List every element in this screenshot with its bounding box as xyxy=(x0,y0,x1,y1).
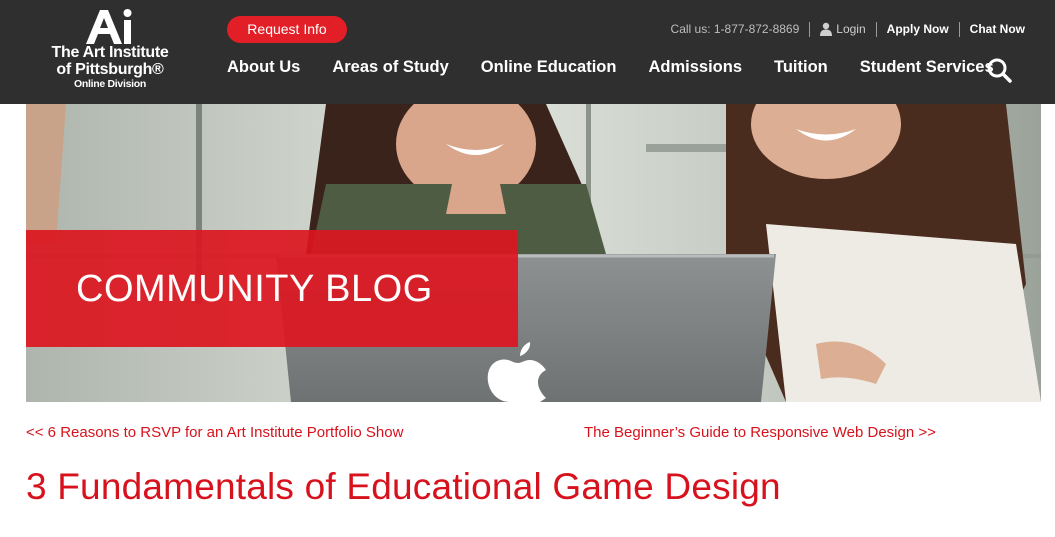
logo-line-3: Online Division xyxy=(74,78,146,90)
divider xyxy=(809,21,811,37)
chat-now-link[interactable]: Chat Now xyxy=(970,22,1025,36)
community-blog-banner: COMMUNITY BLOG xyxy=(26,230,518,347)
nav-item-admissions[interactable]: Admissions xyxy=(648,58,742,80)
hero-image: COMMUNITY BLOG xyxy=(26,104,1041,402)
apply-now-link[interactable]: Apply Now xyxy=(887,22,949,36)
nav-item-areas-of-study[interactable]: Areas of Study xyxy=(332,58,448,80)
ai-logo-mark xyxy=(86,9,132,44)
next-post-link[interactable]: The Beginner’s Guide to Responsive Web D… xyxy=(584,424,936,441)
site-logo[interactable]: The Art Institute of Pittsburgh® Online … xyxy=(40,6,180,92)
nav-item-about-us[interactable]: About Us xyxy=(227,58,300,80)
logo-line-2: of Pittsburgh® xyxy=(56,61,164,78)
divider xyxy=(958,21,960,37)
search-icon[interactable] xyxy=(986,57,1012,83)
login-label: Login xyxy=(836,22,866,36)
post-title: 3 Fundamentals of Educational Game Desig… xyxy=(26,466,781,507)
logo-line-1: The Art Institute xyxy=(51,44,169,61)
nav-item-online-education[interactable]: Online Education xyxy=(481,58,617,80)
community-blog-title: COMMUNITY BLOG xyxy=(76,268,433,310)
login-link[interactable]: Login xyxy=(820,22,866,36)
previous-post-link[interactable]: << 6 Reasons to RSVP for an Art Institut… xyxy=(26,424,403,441)
main-nav: About Us Areas of Study Online Education… xyxy=(227,58,1026,80)
utility-bar: Call us: 1-877-872-8869 Login Apply Now … xyxy=(671,20,1025,38)
divider xyxy=(875,21,877,37)
nav-item-student-services[interactable]: Student Services xyxy=(860,58,994,80)
nav-item-tuition[interactable]: Tuition xyxy=(774,58,828,80)
call-us-text: Call us: 1-877-872-8869 xyxy=(670,22,800,36)
site-header: The Art Institute of Pittsburgh® Online … xyxy=(0,0,1055,104)
person-icon xyxy=(820,22,833,36)
request-info-button[interactable]: Request Info xyxy=(227,16,347,43)
